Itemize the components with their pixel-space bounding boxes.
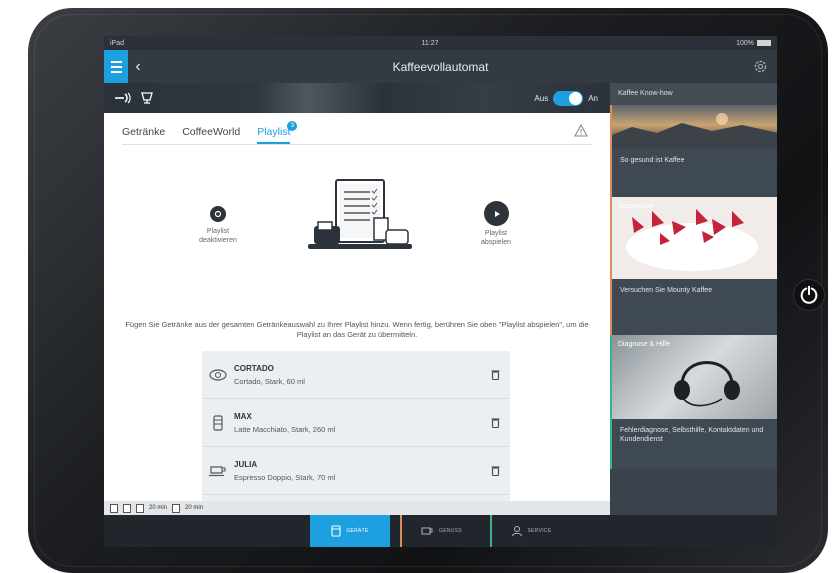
content-tabs: Getränke CoffeeWorld Playlist 3 <box>122 120 592 145</box>
headset-image: Diagnose & Hilfe <box>612 335 777 419</box>
play-playlist-label: Playlist abspielen <box>481 230 511 246</box>
coast-landscape-image <box>612 105 777 149</box>
machine-icon <box>331 525 341 537</box>
sidebar-card-diagnosis[interactable]: Diagnose & Hilfe Fehlerdiagnose, Selbsth… <box>610 335 777 469</box>
status-bar: iPad 11:27 100% <box>104 36 777 50</box>
delete-button[interactable] <box>480 417 510 428</box>
drink-detail: Espresso Doppio, Stark, 70 ml <box>234 472 336 482</box>
playlist-count-badge: 3 <box>287 121 298 131</box>
list-item[interactable]: MAX Latte Macchiato, Stark, 260 ml <box>202 399 510 447</box>
sidebar-card-caption: Fehlerdiagnose, Selbsthilfe, Kontaktdate… <box>612 419 777 469</box>
nav-bar: ‹ Kaffeevollautomat <box>104 50 777 83</box>
timer-value: 20 min <box>185 505 204 511</box>
bluetooth-connection-icon <box>115 92 131 104</box>
trash-icon <box>491 370 499 380</box>
playlist-list: CORTADO Cortado, Stark, 60 ml MAX Latte … <box>202 351 510 501</box>
drink-detail: Latte Macchiato, Stark, 260 ml <box>234 424 336 434</box>
app-screen: iPad 11:27 100% ‹ Kaffeevollautomat Aus … <box>104 36 777 547</box>
tab-genuss[interactable]: GENUSS <box>400 515 480 547</box>
tab-genuss-label: GENUSS <box>439 528 462 534</box>
sidebar-header: Kaffee Know-how <box>610 83 777 105</box>
battery-percent: 100% <box>736 39 754 47</box>
water-tank-icon <box>110 503 118 513</box>
tab-coffeeworld[interactable]: CoffeeWorld <box>182 120 240 144</box>
power-toggle[interactable] <box>553 91 584 106</box>
delete-button[interactable] <box>480 465 510 476</box>
machine-info-bar: 20 min 20 min <box>104 501 610 515</box>
tall-glass-icon <box>213 414 223 431</box>
timer-icon <box>172 503 181 513</box>
stop-icon <box>214 210 222 218</box>
tab-getraenke[interactable]: Getränke <box>122 120 165 144</box>
landscape-silhouette <box>612 113 777 149</box>
cortado-cup-icon <box>209 368 227 381</box>
trash-icon <box>491 418 499 428</box>
sidebar-card-caption: Versuchen Sie Mounty Kaffee <box>612 279 777 335</box>
cup-icon <box>421 527 433 535</box>
drink-name: CORTADO <box>234 363 274 373</box>
drink-name: JULIA <box>234 459 258 469</box>
home-button[interactable] <box>793 279 825 311</box>
sidebar-card-title: Diagnose & Hilfe <box>618 341 671 348</box>
tab-playlist[interactable]: Playlist 3 <box>257 120 298 144</box>
toggle-off-label: Aus <box>534 94 549 103</box>
power-icon <box>800 285 818 304</box>
person-icon <box>511 525 522 537</box>
know-how-sidebar: Kaffee Know-how So gesund ist Kaffee Rez… <box>610 83 777 515</box>
delete-button[interactable] <box>480 369 510 380</box>
play-playlist-button[interactable] <box>484 201 509 226</box>
timer-icon <box>136 503 144 513</box>
deactivate-playlist-label: Playlist deaktivieren <box>199 228 237 244</box>
tab-service-label: SERVICE <box>527 528 552 534</box>
sidebar-card-health[interactable]: So gesund ist Kaffee <box>610 105 777 197</box>
bottom-tab-bar: GERÄTE GENUSS SERVICE <box>104 515 777 547</box>
page-title: Kaffeevollautomat <box>392 59 489 74</box>
drink-detail: Cortado, Stark, 60 ml <box>234 376 305 386</box>
espresso-cup-icon <box>209 465 226 476</box>
coffee-cup-icon <box>141 92 153 104</box>
list-item[interactable]: JULIA Espresso Doppio, Stark, 70 ml <box>202 447 510 495</box>
list-item[interactable]: CORTADO Cortado, Stark, 60 ml <box>202 351 510 399</box>
tab-geraete-label: GERÄTE <box>346 528 369 534</box>
tab-service[interactable]: SERVICE <box>490 515 570 547</box>
drink-name: MAX <box>234 411 252 421</box>
back-button[interactable]: ‹ <box>128 50 148 83</box>
carrier-label: iPad <box>110 39 125 47</box>
gear-icon[interactable] <box>752 58 769 75</box>
device-status-bar: Aus An <box>104 83 610 113</box>
playlist-description: Fügen Sie Getränke aus der gesamten Getr… <box>125 320 589 339</box>
warning-icon[interactable] <box>574 124 588 137</box>
sidebar-card-recipe[interactable]: Rezeptidee Versuchen Sie Mounty Kaffee <box>610 197 777 335</box>
power-toggle-group: Aus An <box>534 91 598 106</box>
playlist-illustration <box>308 179 412 249</box>
menu-button[interactable] <box>104 50 128 83</box>
sidebar-card-title: Rezeptidee <box>618 203 654 210</box>
deactivate-playlist-button[interactable] <box>210 206 226 222</box>
sidebar-card-caption: So gesund ist Kaffee <box>612 149 777 197</box>
toggle-on-label: An <box>588 94 598 103</box>
battery-icon <box>756 39 771 46</box>
playlist-hero: Playlist deaktivieren Playlist abspielen <box>104 158 610 308</box>
tab-playlist-label: Playlist <box>257 126 291 138</box>
trash-icon <box>491 466 499 476</box>
battery-indicator: 100% <box>736 40 771 47</box>
timer-value: 20 min <box>149 505 168 511</box>
bean-container-icon <box>123 503 131 513</box>
main-panel: Aus An Getränke CoffeeWorld Playlist 3 P… <box>104 83 610 501</box>
play-icon <box>494 210 500 217</box>
clock: 11:27 <box>421 39 439 47</box>
tab-geraete[interactable]: GERÄTE <box>310 515 390 547</box>
dessert-image: Rezeptidee <box>612 197 777 279</box>
